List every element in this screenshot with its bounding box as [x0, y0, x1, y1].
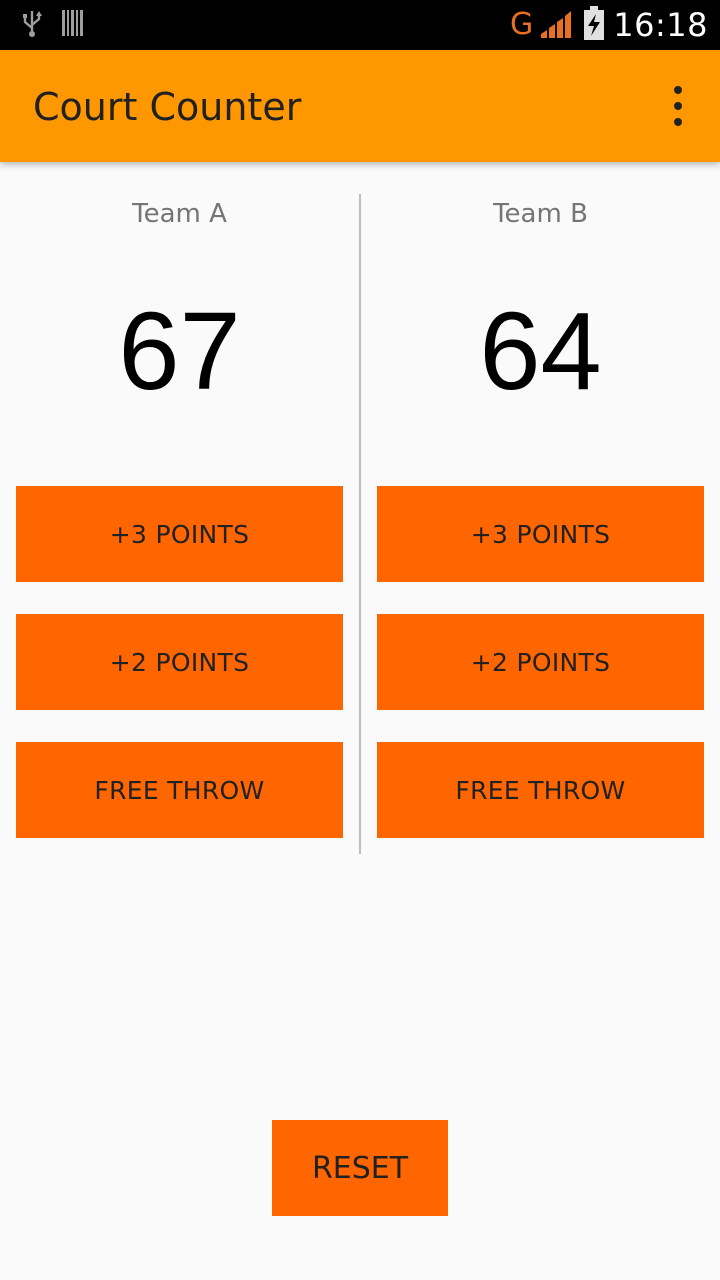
team-a-name: Team A	[132, 199, 227, 229]
team-b-plus-3-button[interactable]: +3 POINTS	[377, 486, 704, 582]
team-a-panel: Team A 67 +3 POINTS +2 POINTS FREE THROW	[0, 162, 359, 862]
reset-button[interactable]: RESET	[272, 1120, 448, 1216]
team-b-free-throw-button[interactable]: FREE THROW	[377, 742, 704, 838]
menu-dot	[674, 102, 682, 110]
team-b-score: 64	[479, 290, 602, 413]
menu-dot	[674, 118, 682, 126]
battery-charging-icon	[583, 6, 605, 44]
signal-icon	[541, 8, 575, 42]
clock: 16:18	[613, 6, 708, 44]
overflow-menu-icon[interactable]	[666, 86, 690, 126]
team-b-name: Team B	[493, 199, 588, 229]
team-a-plus-2-button[interactable]: +2 POINTS	[16, 614, 343, 710]
team-a-score: 67	[118, 290, 241, 413]
team-b-plus-2-button[interactable]: +2 POINTS	[377, 614, 704, 710]
menu-dot	[674, 86, 682, 94]
team-a-plus-3-button[interactable]: +3 POINTS	[16, 486, 343, 582]
status-left-icons	[20, 10, 84, 40]
network-type: G	[510, 7, 534, 42]
app-title: Court Counter	[33, 85, 302, 129]
team-a-free-throw-button[interactable]: FREE THROW	[16, 742, 343, 838]
status-right-icons: G 16:18	[510, 6, 708, 44]
team-b-panel: Team B 64 +3 POINTS +2 POINTS FREE THROW	[361, 162, 720, 862]
usb-icon	[20, 8, 44, 42]
app-bar: Court Counter	[0, 50, 720, 162]
barcode-icon	[62, 10, 84, 40]
status-bar: G 16:18	[0, 0, 720, 50]
